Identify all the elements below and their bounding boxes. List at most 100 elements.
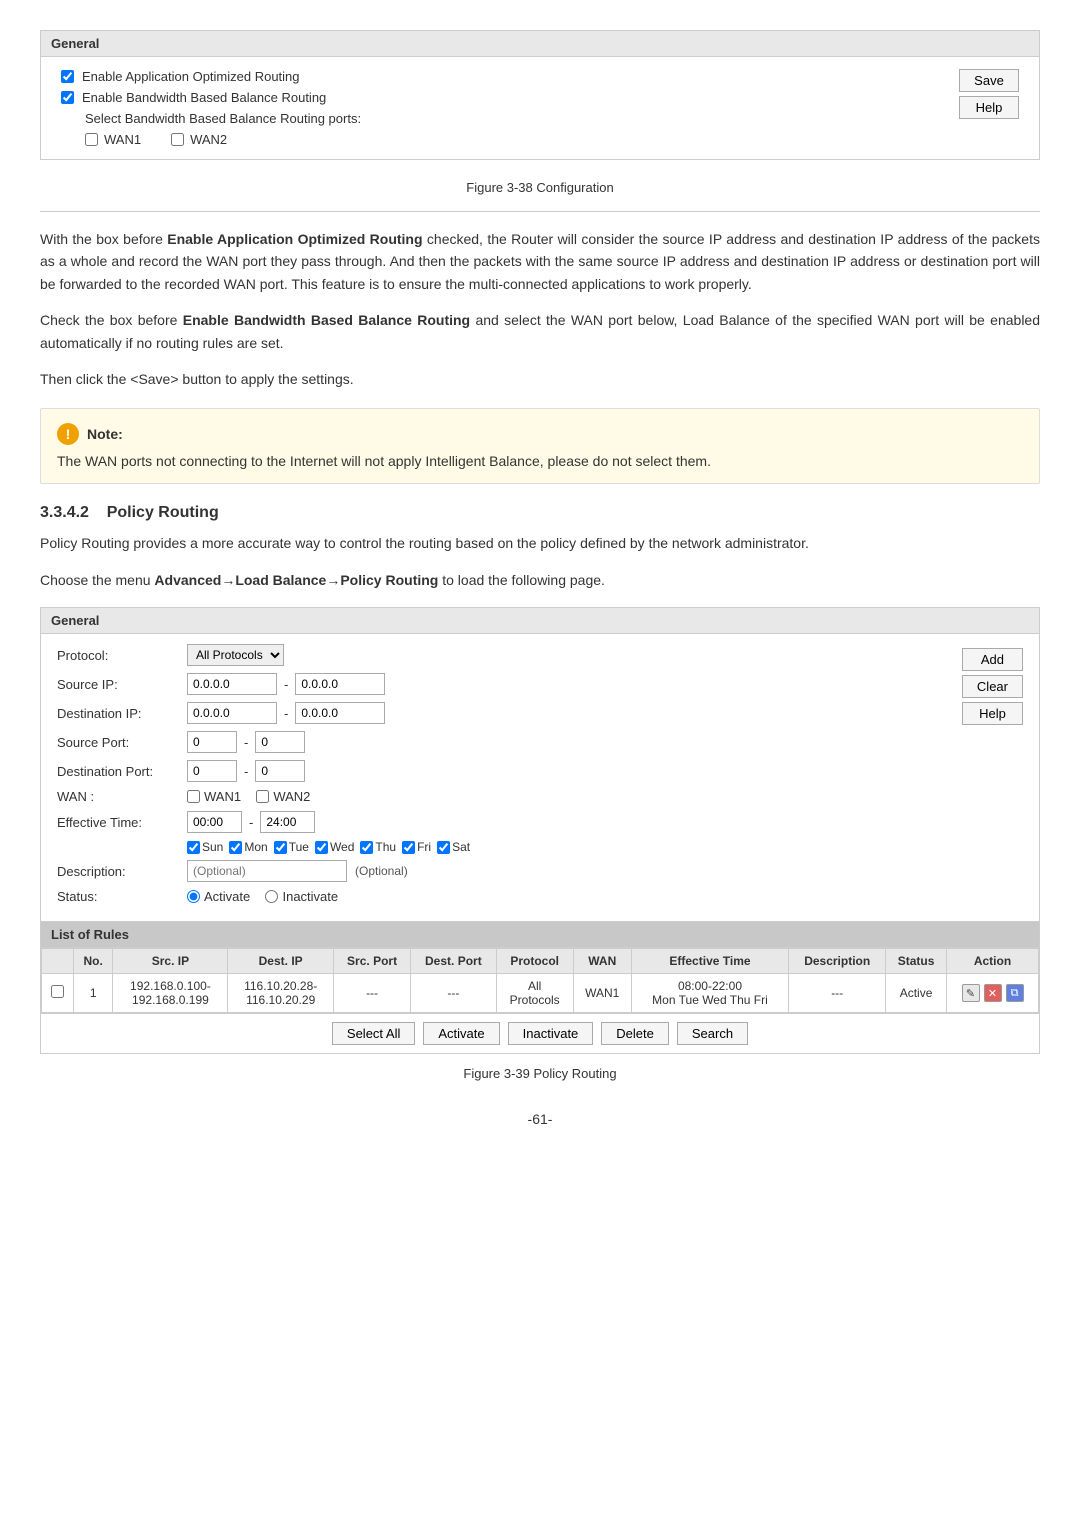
day-fri-checkbox[interactable]	[402, 841, 415, 854]
wan2-policy-checkbox[interactable]	[256, 790, 269, 803]
policy-menu-text: Choose the menu Advanced→Load Balance→Po…	[40, 569, 1040, 591]
status-row: Status: Activate Inactivate	[57, 889, 946, 904]
day-sun: Sun	[187, 840, 223, 854]
source-ip-row: Source IP: -	[57, 673, 946, 695]
policy-routing-box: General Protocol: All Protocols TCP UDP …	[40, 607, 1040, 1054]
policy-routing-body: Protocol: All Protocols TCP UDP ICMP Sou…	[41, 634, 1039, 921]
source-ip-sep: -	[284, 677, 288, 692]
dest-ip-to[interactable]	[295, 702, 385, 724]
day-thu: Thu	[360, 840, 396, 854]
copy-icon[interactable]: ⧉	[1006, 984, 1024, 1002]
body-text-3: Then click the <Save> button to apply th…	[40, 368, 1040, 390]
wan2-policy-label: WAN2	[273, 789, 310, 804]
col-eff-time: Effective Time	[631, 949, 789, 974]
effective-time-row: Effective Time: -	[57, 811, 946, 833]
row-src-ip: 192.168.0.100- 192.168.0.199	[113, 974, 228, 1013]
source-port-field: -	[187, 731, 305, 753]
note-body: The WAN ports not connecting to the Inte…	[57, 453, 1023, 469]
policy-help-button[interactable]: Help	[962, 702, 1023, 725]
source-port-from[interactable]	[187, 731, 237, 753]
col-status: Status	[886, 949, 947, 974]
note-header: ! Note:	[57, 423, 1023, 445]
search-button[interactable]: Search	[677, 1022, 748, 1045]
source-port-to[interactable]	[255, 731, 305, 753]
row-wan: WAN1	[573, 974, 631, 1013]
dest-port-sep: -	[244, 764, 248, 779]
eff-time-from[interactable]	[187, 811, 242, 833]
general-config-header: General	[41, 31, 1039, 57]
row-checkbox[interactable]	[51, 985, 64, 998]
wan1-policy-checkbox[interactable]	[187, 790, 200, 803]
day-wed-checkbox[interactable]	[315, 841, 328, 854]
day-tue-checkbox[interactable]	[274, 841, 287, 854]
policy-intro: Policy Routing provides a more accurate …	[40, 532, 1040, 554]
day-sun-label: Sun	[202, 840, 223, 854]
dest-port-to[interactable]	[255, 760, 305, 782]
description-input[interactable]	[187, 860, 347, 882]
general-config-right: Save Help	[959, 69, 1019, 119]
bandwidth-balance-label: Enable Bandwidth Based Balance Routing	[82, 90, 326, 105]
delete-icon[interactable]: ✕	[984, 984, 1002, 1002]
day-sat-checkbox[interactable]	[437, 841, 450, 854]
row-dest-port: ---	[411, 974, 496, 1013]
wan1-label: WAN1	[104, 132, 141, 147]
col-src-port: Src. Port	[333, 949, 410, 974]
policy-form: Protocol: All Protocols TCP UDP ICMP Sou…	[57, 644, 946, 911]
day-thu-checkbox[interactable]	[360, 841, 373, 854]
row-desc: ---	[789, 974, 886, 1013]
select-all-button[interactable]: Select All	[332, 1022, 415, 1045]
help-button[interactable]: Help	[959, 96, 1019, 119]
edit-icon[interactable]: ✎	[962, 984, 980, 1002]
wan-row: WAN : WAN1 WAN2	[57, 789, 946, 804]
add-button[interactable]: Add	[962, 648, 1023, 671]
source-port-label: Source Port:	[57, 735, 187, 750]
protocol-select[interactable]: All Protocols TCP UDP ICMP	[187, 644, 284, 666]
note-box: ! Note: The WAN ports not connecting to …	[40, 408, 1040, 484]
dest-ip-row: Destination IP: -	[57, 702, 946, 724]
table-buttons-row: Select All Activate Inactivate Delete Se…	[41, 1013, 1039, 1053]
source-ip-from[interactable]	[187, 673, 277, 695]
row-action: ✎ ✕ ⧉	[947, 974, 1039, 1013]
col-checkbox	[42, 949, 74, 974]
day-fri-label: Fri	[417, 840, 431, 854]
save-button[interactable]: Save	[959, 69, 1019, 92]
dest-port-from[interactable]	[187, 760, 237, 782]
day-fri: Fri	[402, 840, 431, 854]
eff-time-sep: -	[249, 815, 253, 830]
wan2-checkbox[interactable]	[171, 133, 184, 146]
app-optimized-row: Enable Application Optimized Routing	[61, 69, 939, 84]
day-sun-checkbox[interactable]	[187, 841, 200, 854]
body-text-1: With the box before Enable Application O…	[40, 228, 1040, 295]
wan1-checkbox[interactable]	[85, 133, 98, 146]
eff-time-to[interactable]	[260, 811, 315, 833]
dest-ip-from[interactable]	[187, 702, 277, 724]
activate-button[interactable]: Activate	[423, 1022, 499, 1045]
inactivate-button[interactable]: Inactivate	[508, 1022, 594, 1045]
activate-label: Activate	[204, 889, 250, 904]
bandwidth-balance-checkbox[interactable]	[61, 91, 74, 104]
col-action: Action	[947, 949, 1039, 974]
dest-ip-sep: -	[284, 706, 288, 721]
inactivate-label: Inactivate	[282, 889, 338, 904]
dest-port-label: Destination Port:	[57, 764, 187, 779]
dest-port-field: -	[187, 760, 305, 782]
row-protocol: AllProtocols	[496, 974, 573, 1013]
select-ports-row: Select Bandwidth Based Balance Routing p…	[85, 111, 939, 126]
day-tue: Tue	[274, 840, 309, 854]
status-activate-radio[interactable]	[187, 890, 200, 903]
day-wed-label: Wed	[330, 840, 354, 854]
status-inactivate-radio[interactable]	[265, 890, 278, 903]
day-mon-checkbox[interactable]	[229, 841, 242, 854]
days-row: Sun Mon Tue Wed Thu	[187, 840, 946, 854]
row-src-port: ---	[333, 974, 410, 1013]
general-config-left: Enable Application Optimized Routing Ena…	[61, 69, 939, 147]
effective-time-label: Effective Time:	[57, 815, 187, 830]
description-row: Description: (Optional)	[57, 860, 946, 882]
source-ip-to[interactable]	[295, 673, 385, 695]
delete-button[interactable]: Delete	[601, 1022, 669, 1045]
description-field: (Optional)	[187, 860, 408, 882]
rules-table-header-row: No. Src. IP Dest. IP Src. Port Dest. Por…	[42, 949, 1039, 974]
day-sat-label: Sat	[452, 840, 470, 854]
clear-button[interactable]: Clear	[962, 675, 1023, 698]
app-optimized-checkbox[interactable]	[61, 70, 74, 83]
